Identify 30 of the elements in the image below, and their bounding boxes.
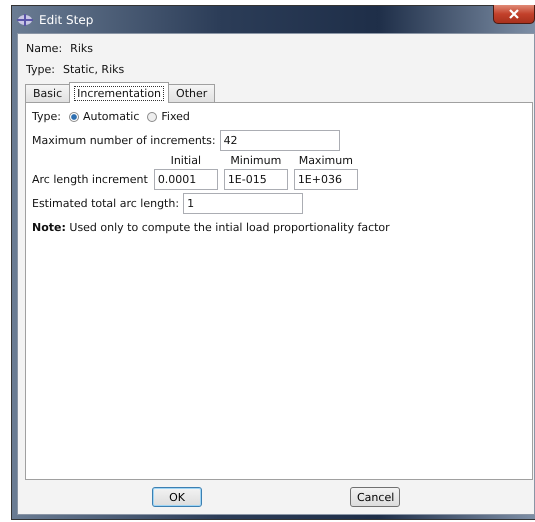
field-label: Estimated total arc length: [32, 197, 180, 210]
type-value: Static, Riks [62, 63, 124, 76]
app-icon [17, 14, 33, 26]
window-title: Edit Step [39, 12, 94, 26]
tab[interactable]: Basic [25, 84, 70, 102]
name-value: Riks [70, 42, 93, 55]
type-label: Type: [32, 110, 61, 123]
column-header: Maximum [298, 154, 354, 167]
radio-label[interactable]: Automatic [82, 110, 140, 123]
radio-button[interactable] [147, 112, 158, 122]
column-header: Minimum [229, 154, 282, 167]
input-field[interactable]: 42 [220, 130, 340, 151]
note-text: Note: Used only to compute the intial load proportionality factor [32, 221, 390, 234]
tab[interactable]: Other [168, 84, 216, 102]
close-button[interactable] [493, 5, 535, 24]
input-field[interactable]: 1E-015 [224, 169, 288, 190]
field-label: Maximum number of increments: [32, 134, 216, 147]
dialog-button[interactable]: Cancel [350, 487, 400, 507]
input-field[interactable]: 1 [183, 193, 304, 214]
input-field[interactable]: 1E+036 [294, 169, 358, 190]
tab[interactable]: Incrementation [69, 82, 170, 103]
dialog-button[interactable]: OK [152, 487, 202, 507]
type-label: Type: [26, 63, 55, 76]
name-label: Name: [26, 42, 62, 55]
column-header: Initial [170, 154, 202, 167]
close-icon [509, 9, 519, 19]
field-label: Arc length increment [32, 173, 148, 186]
radio-label[interactable]: Fixed [161, 110, 190, 123]
input-field[interactable]: 0.0001 [154, 169, 218, 190]
radio-button[interactable] [68, 112, 79, 122]
